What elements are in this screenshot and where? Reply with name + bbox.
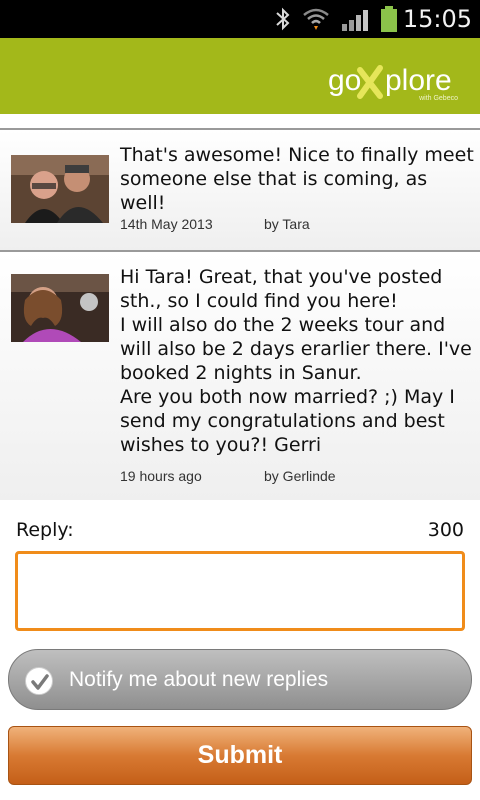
app-header: go plore with Gebeco xyxy=(0,38,480,114)
post-message: Hi Tara! Great, that you've posted sth.,… xyxy=(120,266,472,456)
post-meta: 14th May 2013 by Tara xyxy=(120,216,310,232)
submit-button[interactable]: Submit xyxy=(8,726,472,785)
avatar xyxy=(11,155,109,223)
list-item[interactable]: Hi Tara! Great, that you've posted sth.,… xyxy=(0,250,480,500)
logo-tagline: with Gebeco xyxy=(419,95,458,102)
status-icons xyxy=(274,5,398,33)
reply-label: Reply: xyxy=(16,519,74,541)
svg-text:plore: plore xyxy=(385,64,452,97)
post-meta: 19 hours ago by Gerlinde xyxy=(120,468,336,484)
bluetooth-icon xyxy=(276,7,290,31)
checkbox[interactable] xyxy=(25,667,53,695)
reply-char-counter: 300 xyxy=(427,519,464,541)
status-time: 15:05 xyxy=(402,5,472,33)
logo-graphic: go plore xyxy=(328,64,452,99)
post-message: That's awesome! Nice to finally meet som… xyxy=(120,144,474,214)
wifi-icon xyxy=(303,8,329,30)
post-author: by Gerlinde xyxy=(264,468,336,484)
notify-label: Notify me about new replies xyxy=(69,668,329,691)
reply-input[interactable] xyxy=(15,551,465,631)
post-date: 14th May 2013 xyxy=(120,216,213,232)
check-icon xyxy=(31,674,49,690)
list-item[interactable]: That's awesome! Nice to finally meet som… xyxy=(0,128,480,250)
app-logo[interactable]: go plore with Gebeco xyxy=(328,56,462,102)
list-spacer xyxy=(0,114,480,128)
battery-icon xyxy=(381,6,397,32)
svg-text:go: go xyxy=(328,64,361,97)
post-date: 19 hours ago xyxy=(120,468,202,484)
signal-icon xyxy=(342,10,368,31)
post-author: by Tara xyxy=(264,216,310,232)
avatar xyxy=(11,274,109,342)
status-bar: 15:05 xyxy=(0,0,480,38)
replies-list[interactable]: That's awesome! Nice to finally meet som… xyxy=(0,114,480,500)
notify-toggle[interactable]: Notify me about new replies xyxy=(8,649,472,710)
